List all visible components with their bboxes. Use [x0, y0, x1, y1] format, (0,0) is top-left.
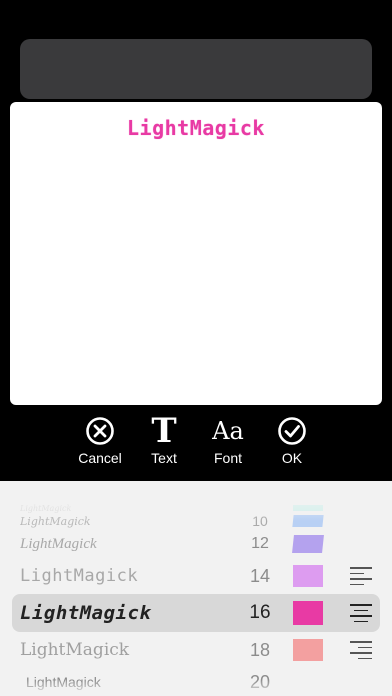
font-name: LightMagick	[20, 535, 97, 552]
top-sheet	[20, 39, 372, 99]
text-T-icon: T	[151, 411, 177, 451]
preview-text[interactable]: LightMagick	[10, 116, 382, 140]
font-size-value: 12	[251, 535, 269, 552]
align-center-icon[interactable]	[350, 604, 372, 622]
font-size-value: 18	[249, 639, 271, 660]
ok-label: OK	[281, 450, 303, 466]
font-name: LightMagick	[26, 674, 101, 690]
font-Aa-icon: Aa	[212, 417, 244, 445]
align-left-icon[interactable]	[350, 567, 372, 585]
cancel-circle-icon	[86, 417, 114, 445]
color-swatch	[293, 601, 323, 625]
preview-canvas[interactable]: LightMagick	[10, 102, 382, 405]
color-swatch	[292, 535, 324, 553]
font-style-picker[interactable]: LightMagick LightMagick 10 LightMagick 1…	[0, 481, 392, 696]
check-circle-icon	[278, 417, 306, 445]
font-name: LightMagick	[20, 602, 152, 624]
font-size-value: 14	[249, 565, 271, 586]
text-label: Text	[151, 450, 177, 466]
picker-row[interactable]: LightMagick 20	[0, 664, 392, 696]
cancel-label: Cancel	[78, 450, 122, 466]
align-right-icon[interactable]	[350, 641, 372, 659]
picker-row[interactable]: LightMagick 14	[0, 558, 392, 594]
font-name: LightMagick	[20, 566, 139, 586]
font-label: Font	[213, 450, 242, 466]
ok-button[interactable]: OK	[260, 414, 324, 474]
color-swatch	[293, 565, 323, 587]
color-swatch	[293, 639, 323, 661]
font-name: LightMagick	[20, 640, 130, 660]
picker-row-selected[interactable]: LightMagick 16	[0, 595, 392, 631]
cancel-button[interactable]: Cancel	[68, 414, 132, 474]
font-size-value: 20	[249, 671, 271, 692]
font-size-value: 16	[249, 602, 271, 623]
picker-row[interactable]: LightMagick 12	[0, 526, 392, 562]
picker-row[interactable]: LightMagick 18	[0, 632, 392, 668]
editor-toolbar: Cancel T Text Aa Font OK	[0, 414, 392, 474]
font-button[interactable]: Aa Font	[196, 414, 260, 474]
text-button[interactable]: T Text	[132, 414, 196, 474]
